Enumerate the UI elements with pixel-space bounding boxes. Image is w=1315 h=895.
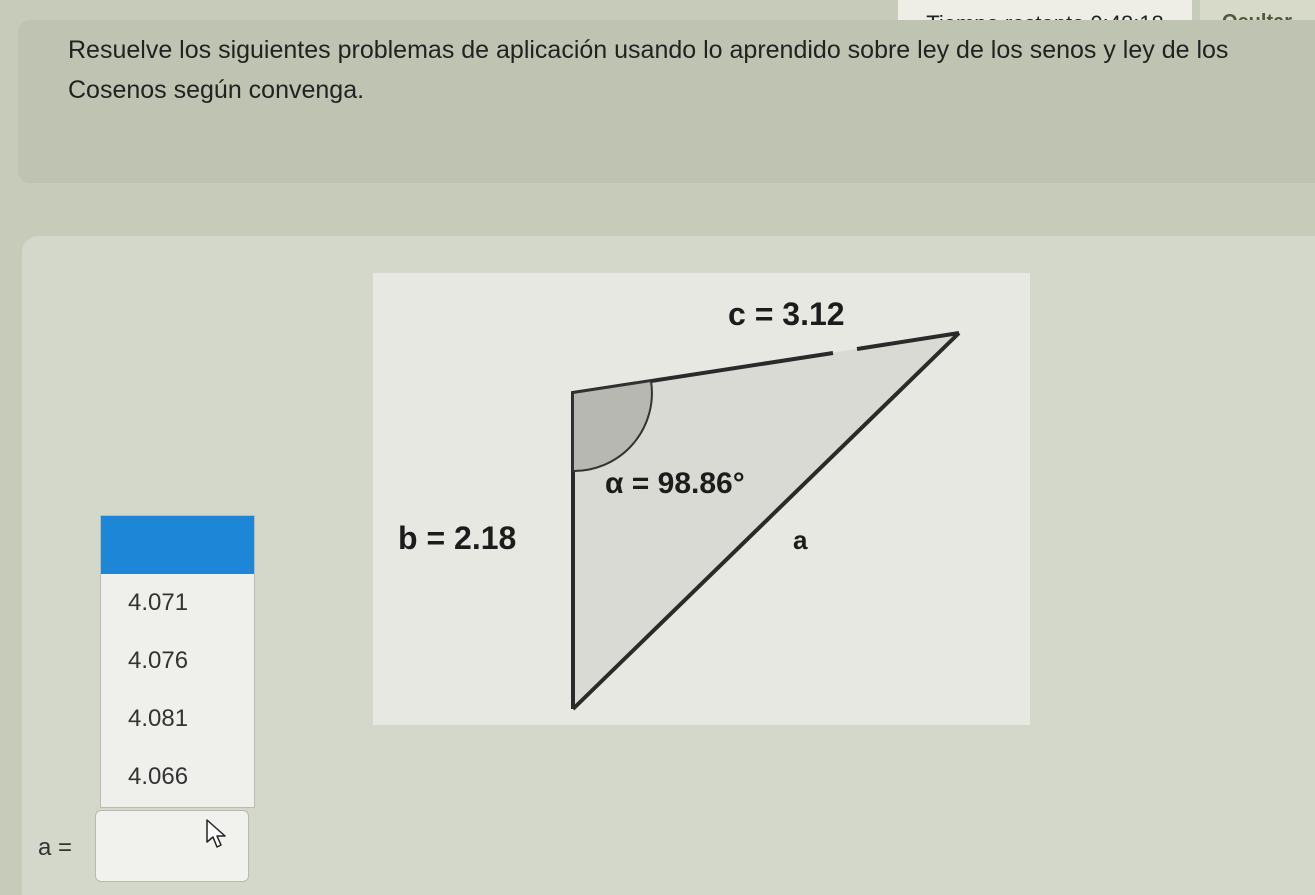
side-b-label: b = 2.18 [398,520,516,556]
dropdown-option[interactable]: 4.071 [101,574,254,632]
side-c-label: c = 3.12 [728,296,845,332]
answer-dropdown[interactable]: 4.071 4.076 4.081 4.066 [100,515,255,808]
dropdown-highlighted-option[interactable] [101,516,254,574]
instructions-card: Resuelve los siguientes problemas de apl… [18,20,1315,183]
dropdown-option[interactable]: 4.076 [101,632,254,690]
angle-alpha-label: α = 98.86° [605,467,745,500]
dropdown-option[interactable]: 4.066 [101,748,254,806]
instructions-text: Resuelve los siguientes problemas de apl… [68,36,1229,104]
dropdown-option[interactable]: 4.081 [101,690,254,748]
answer-label: a = [38,834,73,861]
triangle-figure: c = 3.12 α = 98.86° b = 2.18 a [373,273,1030,725]
side-a-label: a [793,525,808,555]
triangle-diagram: c = 3.12 α = 98.86° b = 2.18 a [398,296,961,711]
mouse-pointer-icon [206,819,226,848]
